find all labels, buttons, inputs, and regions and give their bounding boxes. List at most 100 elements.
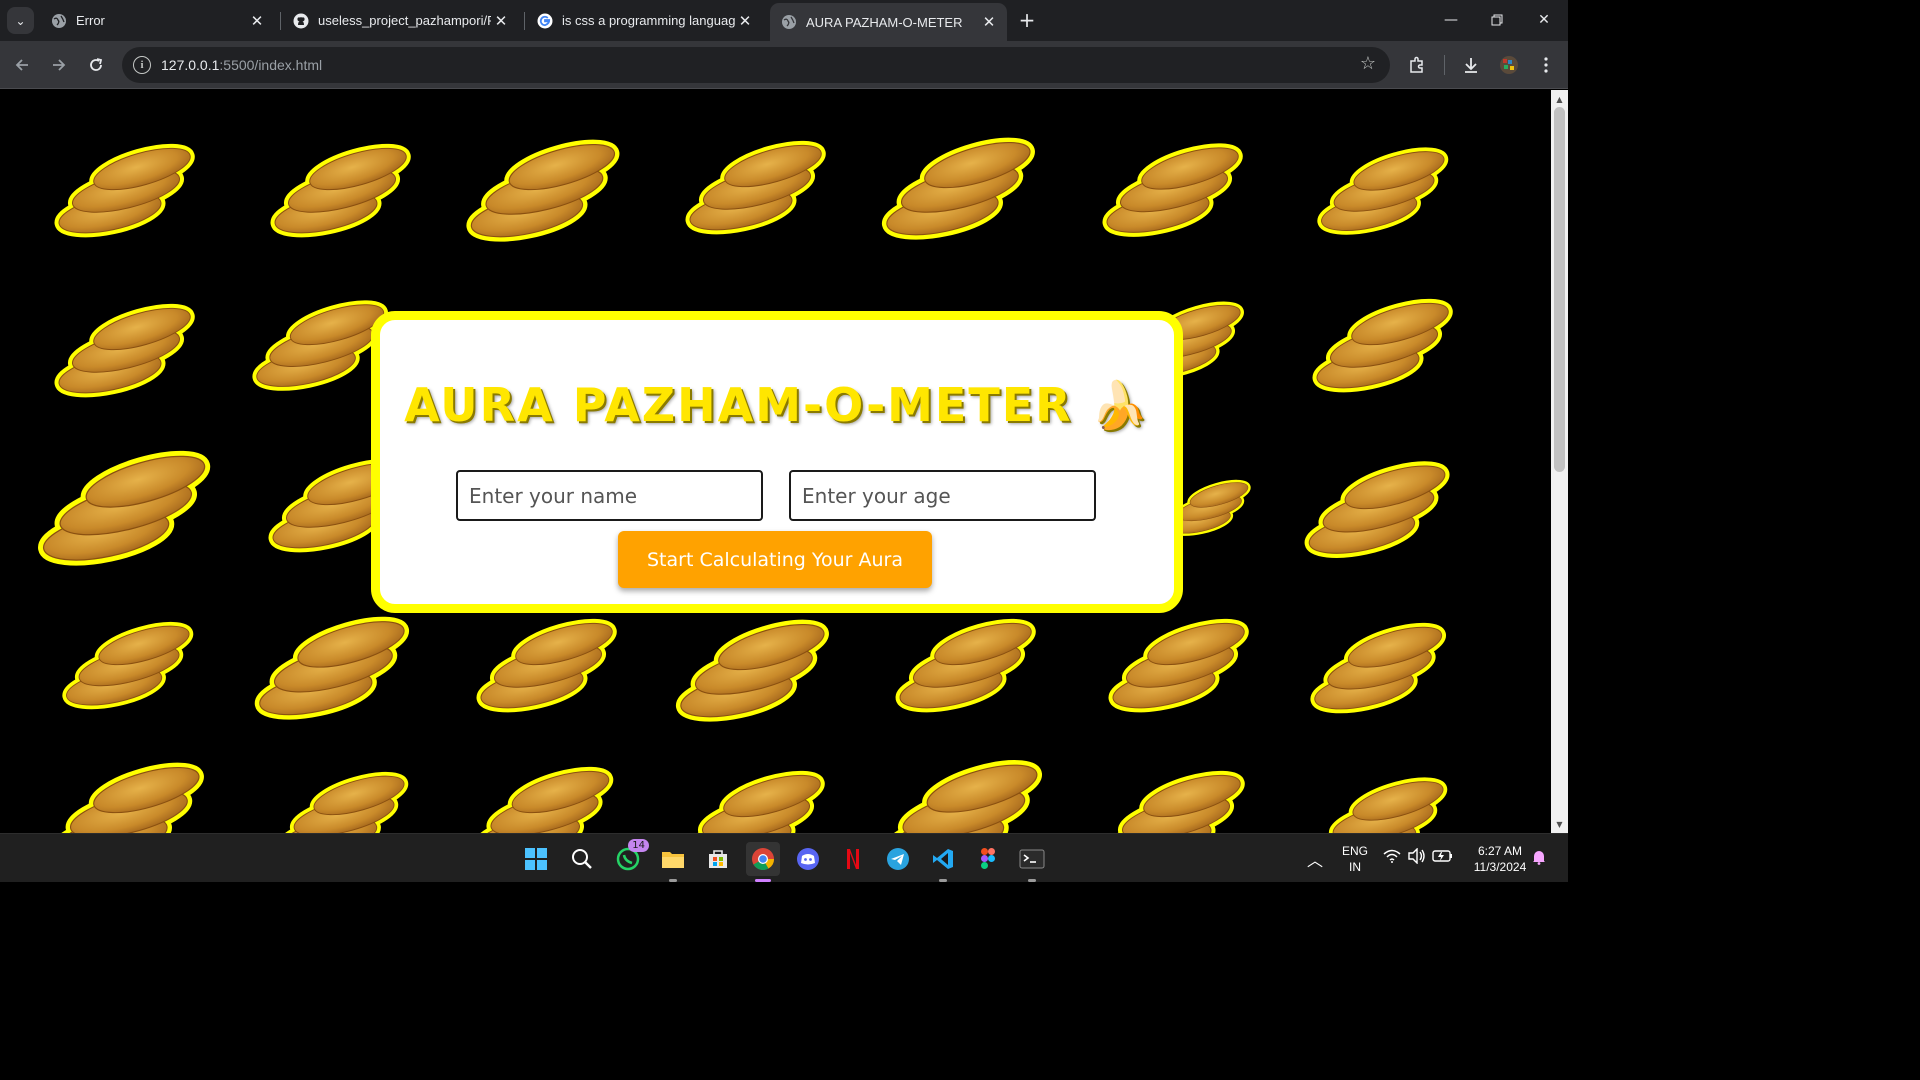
forward-button[interactable] [45,51,73,79]
tab-strip: ⌄ Error ✕ useless_project_pazhampori/RE … [0,0,1568,41]
pazhampori-image [1100,132,1250,247]
toolbar-divider [1444,55,1445,75]
running-indicator [939,879,947,882]
tab-aura-pazham-o-meter[interactable]: AURA PAZHAM-O-METER ✕ [770,3,1007,41]
show-hidden-icons-chevron-icon[interactable]: ︿ [1303,847,1327,871]
page-scrollbar[interactable]: ▲ ▼ [1551,90,1568,833]
clock-time: 6:27 AM [1477,844,1523,858]
wifi-icon[interactable] [1382,849,1402,866]
start-calculating-button[interactable]: Start Calculating Your Aura [618,531,932,588]
file-explorer-icon[interactable] [656,842,690,882]
chrome-icon[interactable] [746,842,780,882]
pazhampori-image [1302,450,1457,568]
whatsapp-icon[interactable]: 14 [611,839,649,876]
notification-bell-icon[interactable] [1530,849,1548,868]
tab-github[interactable]: useless_project_pazhampori/RE ✕ [282,4,519,37]
pazhampori-image [252,605,417,730]
minimize-button[interactable]: — [1428,0,1474,40]
browser-toolbar: i 127.0.0.1:5500/index.html ☆ [0,41,1568,89]
close-icon[interactable]: ✕ [735,11,755,31]
battery-icon[interactable] [1431,849,1455,866]
aura-card: AURA PAZHAM-O-METER 🍌 Start Calculating … [371,311,1183,613]
extensions-button[interactable] [1403,51,1431,79]
pazhampori-image [1314,768,1454,833]
volume-icon[interactable] [1406,847,1428,867]
globe-icon [781,14,797,30]
pazhampori-image [893,610,1043,720]
globe-icon [51,13,67,29]
clock[interactable]: 6:27 AM 11/3/2024 [1460,843,1540,875]
terminal-icon[interactable] [1015,842,1049,882]
pazhampori-image [1308,610,1453,725]
language-indicator[interactable]: ENG IN [1335,843,1375,875]
url-host: 127.0.0.1 [161,57,220,73]
pazhampori-image [40,753,220,833]
tab-google-search[interactable]: is css a programming language ✕ [526,4,763,37]
running-indicator [669,879,677,882]
name-input[interactable] [456,470,763,521]
vscode-icon[interactable] [926,842,960,882]
tab-title: useless_project_pazhampori/RE [318,13,491,28]
pazhampori-image [683,132,833,242]
clock-date: 11/3/2024 [1473,860,1527,874]
new-tab-button[interactable]: + [1015,8,1039,32]
age-input[interactable] [789,470,1096,521]
pazhampori-image [275,760,415,833]
github-icon [293,13,309,29]
tab-search-button[interactable]: ⌄ [7,7,34,34]
pazhampori-image [1310,290,1460,400]
pazhampori-image [32,440,222,575]
back-button[interactable] [8,51,36,79]
pazhampori-image [660,610,850,730]
menu-kebab-icon[interactable] [1532,51,1560,79]
pazhampori-image [474,610,624,720]
reload-button[interactable] [82,51,110,79]
page-viewport: AURA PAZHAM-O-METER 🍌 Start Calculating … [0,90,1551,833]
tab-separator [524,12,525,30]
tab-title: AURA PAZHAM-O-METER [806,14,963,30]
close-icon[interactable]: ✕ [247,11,267,31]
figma-icon[interactable] [971,842,1005,876]
close-window-button[interactable]: ✕ [1521,0,1567,40]
pazhampori-image [268,135,418,245]
pazhampori-image [52,135,202,245]
url-path: :5500/index.html [219,57,323,73]
netflix-icon[interactable] [836,842,870,876]
whatsapp-badge: 14 [628,839,649,852]
running-indicator [1028,879,1036,882]
restore-button[interactable] [1474,0,1520,40]
language-line-1: ENG [1341,844,1368,858]
search-icon[interactable] [565,842,599,876]
telegram-icon[interactable] [881,842,915,876]
windows-taskbar: 14 ︿ ENG IN 6:27 AM 11/3/2024 [0,833,1568,882]
microsoft-store-icon[interactable] [701,842,735,876]
pazhampori-image [1315,138,1455,243]
tab-title: is css a programming language [562,13,735,28]
language-line-2: IN [1349,860,1361,874]
site-info-icon[interactable]: i [133,56,151,74]
profile-avatar[interactable] [1495,51,1523,79]
pazhampori-image [876,128,1046,248]
page-title: AURA PAZHAM-O-METER 🍌 [404,378,1150,432]
download-button[interactable] [1457,51,1485,79]
scrollbar-thumb[interactable] [1554,107,1565,472]
address-bar[interactable]: i 127.0.0.1:5500/index.html ☆ [122,47,1390,83]
google-icon [537,13,553,29]
close-icon[interactable]: ✕ [979,12,999,32]
tab-title: Error [76,13,105,28]
pazhampori-image [463,758,628,833]
pazhampori-image [870,750,1060,833]
tab-error[interactable]: Error ✕ [40,4,275,37]
tab-separator [280,12,281,30]
discord-icon[interactable] [791,842,825,876]
windows-start-icon[interactable] [519,842,553,876]
bookmark-star-icon[interactable]: ☆ [1360,53,1376,74]
pazhampori-image [60,610,200,720]
pazhampori-image [1102,762,1252,833]
close-icon[interactable]: ✕ [491,11,511,31]
url-text[interactable]: 127.0.0.1:5500/index.html [161,57,322,73]
pazhampori-image [52,295,202,405]
scroll-up-arrow-icon[interactable]: ▲ [1551,92,1568,106]
pazhampori-image [1106,610,1256,720]
scroll-down-arrow-icon[interactable]: ▼ [1551,817,1568,831]
